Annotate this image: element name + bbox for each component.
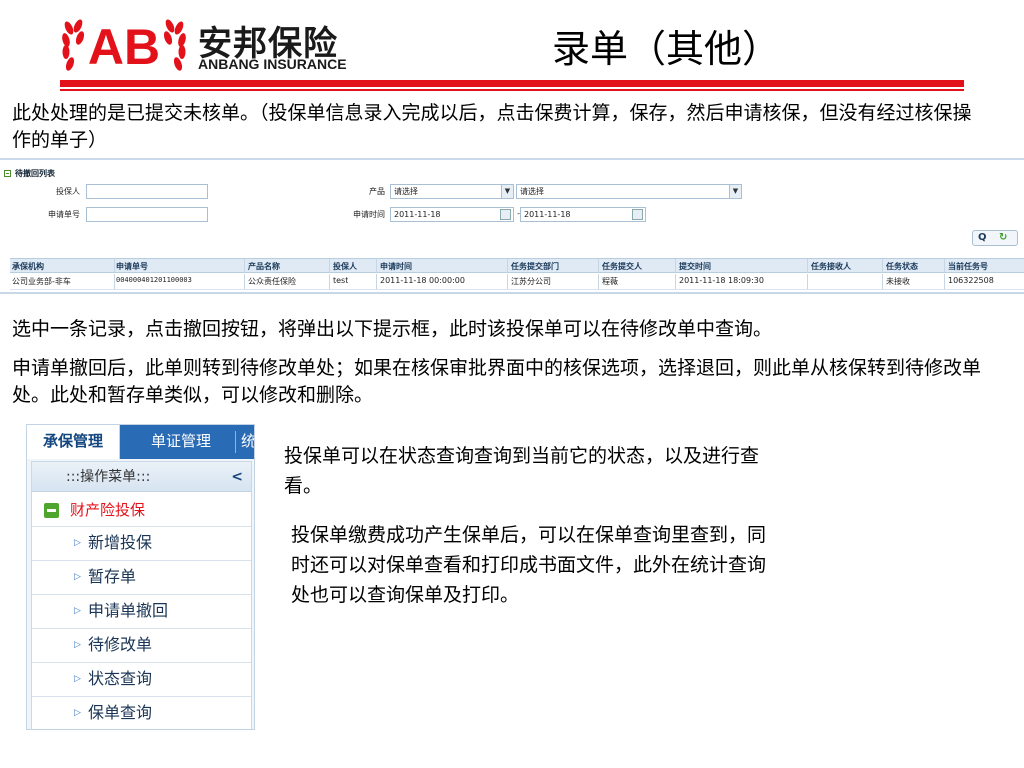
menu-item-new-application[interactable]: ▷ 新增投保: [32, 526, 251, 560]
applicant-input[interactable]: [86, 184, 208, 199]
status-query-paragraph: 投保单可以在状态查询查询到当前它的状态，以及进行查看。: [284, 445, 760, 497]
col-header[interactable]: 申请单号: [116, 261, 148, 272]
ab-logo-mark-icon: AB: [62, 19, 186, 74]
menu-item-withdraw-application[interactable]: ▷ 申请单撤回: [32, 594, 251, 628]
table-header: 承保机构 申请单号 产品名称 投保人 申请时间 任务提交部门 任务提交人 提交时…: [10, 258, 1024, 273]
triangle-right-icon: ▷: [74, 572, 81, 582]
triangle-right-icon: ▷: [74, 674, 81, 684]
cell-product: 公众责任保险: [248, 277, 296, 286]
chevron-down-icon[interactable]: ▼: [729, 185, 741, 198]
menu-header-label: :::操作菜单:::: [66, 469, 151, 485]
cell-dept: 江苏分公司: [511, 277, 551, 286]
withdraw-list-panel: 待撤回列表 投保人 申请单号 产品 请选择 ▼ 请选择 ▼ 申请时间 2011-11…: [0, 158, 1024, 294]
cell-applicant: test: [333, 276, 349, 285]
product-name-select[interactable]: 请选择 ▼: [516, 184, 742, 199]
triangle-right-icon: ▷: [74, 640, 81, 650]
calendar-icon[interactable]: [500, 209, 511, 220]
col-header[interactable]: 投保人: [333, 261, 357, 272]
select-record-paragraph: 选中一条记录，点击撤回按钮，将弹出以下提示框，此时该投保单可以在待修改单中查询。: [12, 318, 773, 340]
col-header[interactable]: 申请时间: [380, 261, 412, 272]
menu-tab-bar: 承保管理 单证管理 统: [27, 425, 254, 459]
tab-underwriting[interactable]: 承保管理: [27, 425, 120, 459]
col-header[interactable]: 当前任务号: [948, 261, 988, 272]
page-title: 录单（其他）: [552, 27, 781, 71]
menu-item-policy-query[interactable]: ▷ 保单查询: [32, 696, 251, 729]
tab-document-management[interactable]: 单证管理: [131, 425, 231, 459]
menu-item-draft[interactable]: ▷ 暂存单: [32, 560, 251, 594]
apply-time-label: 申请时间: [353, 210, 385, 219]
logo-english-name: ANBANG INSURANCE: [198, 56, 347, 72]
date-to-input[interactable]: 2011-11-18: [520, 207, 646, 222]
collapse-minus-icon[interactable]: [44, 503, 59, 518]
product-label: 产品: [369, 187, 385, 196]
menu-header: :::操作菜单::: <: [32, 462, 251, 492]
list-title: 待撤回列表: [4, 168, 55, 179]
application-number-input[interactable]: [86, 207, 208, 222]
col-header[interactable]: 任务状态: [886, 261, 918, 272]
triangle-right-icon: ▷: [74, 538, 81, 548]
col-header[interactable]: 任务提交部门: [511, 261, 559, 272]
menu-group-label: 财产险投保: [70, 501, 146, 519]
menu-item-status-query[interactable]: ▷ 状态查询: [32, 662, 251, 696]
intro-paragraph: 此处处理的是已提交未核单。（投保单信息录入完成以后，点击保费计算，保存，然后申请…: [12, 102, 972, 151]
cell-status: 未接收: [886, 277, 910, 286]
tab-statistics[interactable]: 统: [241, 425, 254, 459]
date-from-input[interactable]: 2011-11-18: [390, 207, 514, 222]
header-divider: [60, 80, 964, 87]
chevron-down-icon[interactable]: ▼: [501, 185, 513, 198]
applicant-label: 投保人: [56, 187, 80, 196]
col-header[interactable]: 提交时间: [679, 261, 711, 272]
col-header[interactable]: 承保机构: [12, 261, 44, 272]
table-row[interactable]: 公司业务部-非车 004000401201100003 公众责任保险 test …: [10, 274, 1024, 290]
col-header[interactable]: 任务接收人: [811, 261, 851, 272]
cell-task-no: 106322508: [948, 276, 994, 285]
triangle-right-icon: ▷: [74, 606, 81, 616]
anbang-logo: AB 安邦保险 ANBANG INSURANCE: [60, 14, 360, 74]
search-button-group: Q ↻: [972, 230, 1018, 246]
after-withdraw-paragraph: 申请单撤回后，此单则转到待修改单处；如果在核保审批界面中的核保选项，选择退回，则…: [12, 357, 982, 406]
cell-org: 公司业务部-非车: [12, 277, 71, 286]
product-category-select[interactable]: 请选择 ▼: [390, 184, 514, 199]
col-header[interactable]: 任务提交人: [602, 261, 642, 272]
menu-body: :::操作菜单::: < 财产险投保 ▷ 新增投保 ▷ 暂存单 ▷ 申请单撤回 ▷ 待修…: [31, 461, 252, 729]
triangle-right-icon: ▷: [74, 708, 81, 718]
cell-apply-time: 2011-11-18 00:00:00: [380, 276, 465, 285]
list-title-text: 待撤回列表: [15, 169, 55, 178]
menu-item-pending-modification[interactable]: ▷ 待修改单: [32, 628, 251, 662]
policy-query-paragraph: 投保单缴费成功产生保单后，可以在保单查询里查到，同时还可以对保单查看和打印成书面…: [291, 524, 767, 606]
operation-menu-panel: 承保管理 单证管理 统 :::操作菜单::: < 财产险投保 ▷ 新增投保 ▷ 暂存…: [26, 424, 255, 730]
chevron-left-icon[interactable]: <: [231, 462, 243, 492]
cell-app-no: 004000401201100003: [116, 276, 192, 284]
search-icon[interactable]: Q: [978, 232, 987, 243]
refresh-icon[interactable]: ↻: [999, 232, 1007, 243]
calendar-icon[interactable]: [632, 209, 643, 220]
cell-submitter: 程薇: [602, 277, 618, 286]
header-divider-thin: [60, 89, 964, 91]
logo-mark-text: AB: [88, 19, 160, 74]
application-number-label: 申请单号: [48, 210, 80, 219]
col-header[interactable]: 产品名称: [248, 261, 280, 272]
cell-submit-time: 2011-11-18 18:09:30: [679, 276, 764, 285]
menu-group-property-insurance[interactable]: 财产险投保: [32, 496, 251, 526]
collapse-box-icon[interactable]: [4, 170, 11, 177]
